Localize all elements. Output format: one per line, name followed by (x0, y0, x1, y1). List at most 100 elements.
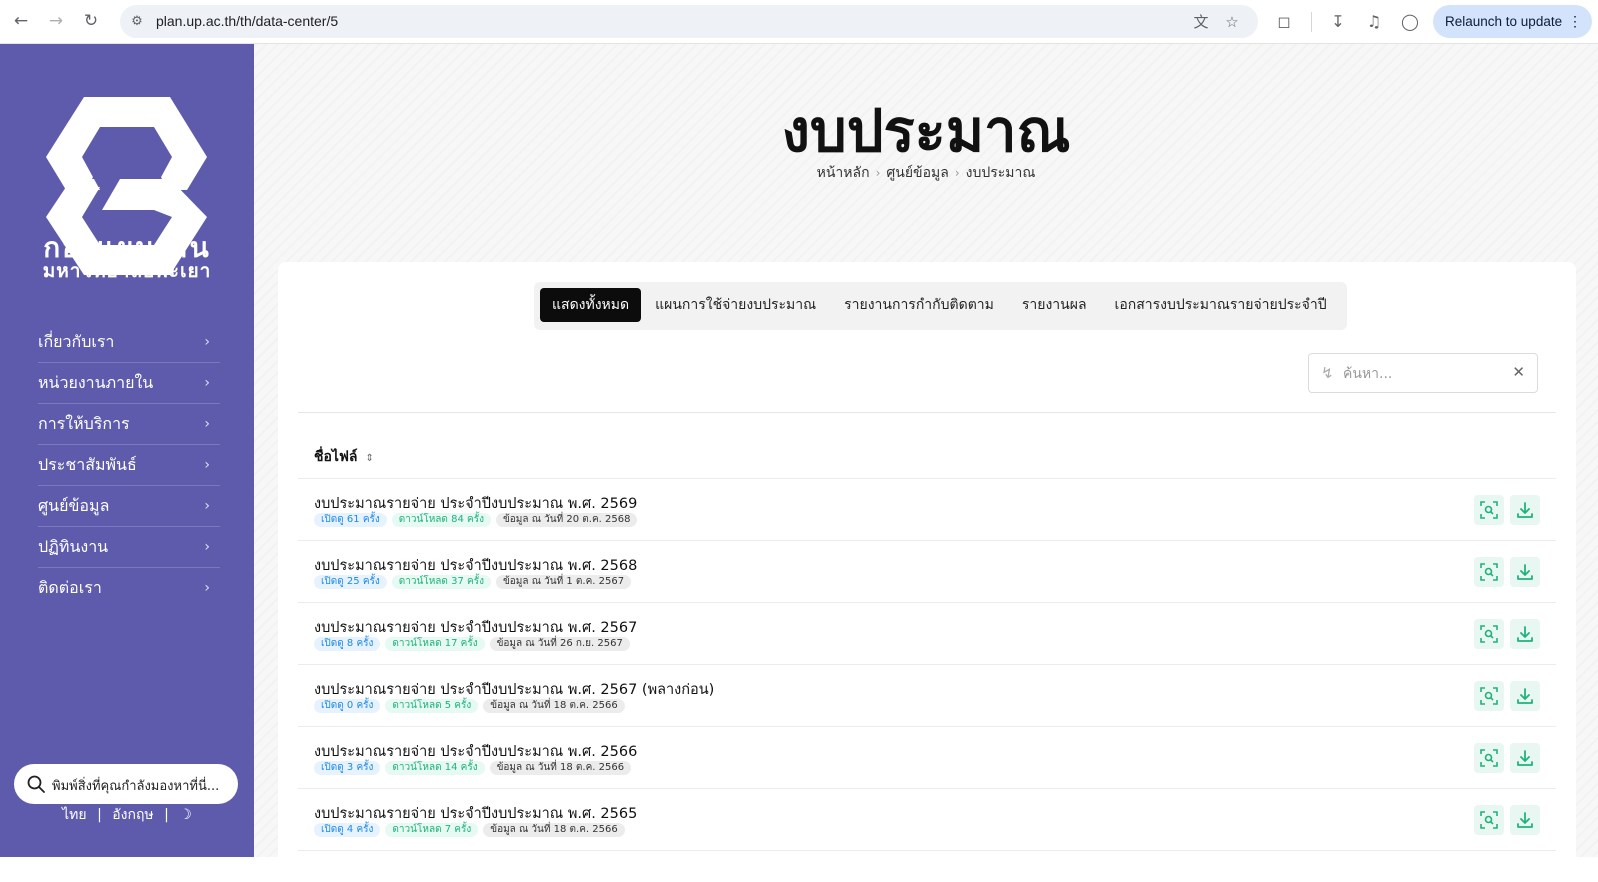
download-button[interactable] (1510, 619, 1540, 649)
preview-button[interactable] (1474, 743, 1504, 773)
preview-button[interactable] (1474, 681, 1504, 711)
chevron-right-icon: › (204, 334, 210, 350)
preview-scan-icon (1480, 625, 1498, 643)
chevron-right-icon: › (204, 498, 210, 514)
extensions-icon[interactable]: ◻ (1273, 11, 1295, 33)
column-header-filename[interactable]: ชื่อไฟล์ ⇕ (314, 446, 374, 468)
file-title[interactable]: งบประมาณรายจ่าย ประจำปีงบประมาณ พ.ศ. 256… (314, 492, 637, 515)
download-button[interactable] (1510, 805, 1540, 835)
chevron-right-icon: › (204, 416, 210, 432)
relaunch-button[interactable]: Relaunch to update ⋮ (1433, 5, 1592, 38)
back-arrow-icon[interactable]: ← (10, 10, 32, 32)
preview-scan-icon (1480, 563, 1498, 581)
sidebar-search-placeholder: พิมพ์สิ่งที่คุณกำลังมองหาที่นี่... (52, 779, 220, 794)
open-count-badge: เปิดดู 4 ครั้ง (314, 823, 381, 837)
lang-thai-link[interactable]: ไทย (62, 807, 86, 823)
sidebar-item-news[interactable]: ประชาสัมพันธ์ › (38, 445, 220, 486)
date-badge: ข้อมูล ณ วันที่ 18 ต.ค. 2566 (483, 699, 625, 713)
file-stats: เปิดดู 0 ครั้ง ดาวน์โหลด 5 ครั้ง ข้อมูล … (314, 699, 625, 713)
site-settings-icon[interactable]: ⚙ (128, 13, 146, 31)
row-actions (1474, 681, 1540, 711)
more-menu-icon[interactable]: ⋮ (1568, 5, 1582, 38)
file-list: งบประมาณรายจ่าย ประจำปีงบประมาณ พ.ศ. 256… (298, 479, 1556, 851)
date-badge: ข้อมูล ณ วันที่ 18 ต.ค. 2566 (483, 823, 625, 837)
file-stats: เปิดดู 8 ครั้ง ดาวน์โหลด 17 ครั้ง ข้อมูล… (314, 637, 630, 651)
row-actions (1474, 743, 1540, 773)
table-row: งบประมาณรายจ่าย ประจำปีงบประมาณ พ.ศ. 256… (298, 665, 1556, 727)
file-stats: เปิดดู 61 ครั้ง ดาวน์โหลด 84 ครั้ง ข้อมู… (314, 513, 638, 527)
chevron-right-icon: › (875, 166, 881, 180)
column-header-label: ชื่อไฟล์ (314, 449, 358, 465)
row-actions (1474, 557, 1540, 587)
sidebar-item-data-center[interactable]: ศูนย์ข้อมูล › (38, 486, 220, 527)
bookmark-star-icon[interactable]: ☆ (1223, 13, 1241, 31)
download-button[interactable] (1510, 681, 1540, 711)
sidebar-menu: เกี่ยวกับเรา › หน่วยงานภายใน › การให้บริกา… (38, 322, 220, 609)
table-row: งบประมาณรายจ่าย ประจำปีงบประมาณ พ.ศ. 256… (298, 727, 1556, 789)
open-count-badge: เปิดดู 3 ครั้ง (314, 761, 381, 775)
download-icon (1517, 502, 1533, 518)
chevron-right-icon: › (954, 166, 960, 180)
download-button[interactable] (1510, 495, 1540, 525)
table-row: งบประมาณรายจ่าย ประจำปีงบประมาณ พ.ศ. 256… (298, 789, 1556, 851)
profile-icon[interactable]: ◯ (1399, 11, 1421, 33)
download-count-badge: ดาวน์โหลด 17 ครั้ง (385, 637, 485, 651)
sidebar-item-about[interactable]: เกี่ยวกับเรา › (38, 322, 220, 363)
tab-annual-budget-docs[interactable]: เอกสารงบประมาณรายจ่ายประจำปี (1101, 288, 1341, 322)
file-title[interactable]: งบประมาณรายจ่าย ประจำปีงบประมาณ พ.ศ. 256… (314, 802, 637, 825)
media-control-icon[interactable]: ♫ (1363, 11, 1385, 33)
date-badge: ข้อมูล ณ วันที่ 20 ต.ค. 2568 (495, 513, 638, 527)
file-title[interactable]: งบประมาณรายจ่าย ประจำปีงบประมาณ พ.ศ. 256… (314, 678, 714, 701)
preview-button[interactable] (1474, 619, 1504, 649)
chevron-right-icon: › (204, 375, 210, 391)
translate-icon[interactable]: 文 (1192, 13, 1210, 31)
file-stats: เปิดดู 3 ครั้ง ดาวน์โหลด 14 ครั้ง ข้อมูล… (314, 761, 632, 775)
sidebar-item-label: การให้บริการ (38, 414, 130, 433)
search-icon (27, 775, 45, 793)
date-badge: ข้อมูล ณ วันที่ 18 ต.ค. 2566 (489, 761, 632, 775)
forward-arrow-icon[interactable]: → (45, 10, 67, 32)
row-actions (1474, 805, 1540, 835)
file-title[interactable]: งบประมาณรายจ่าย ประจำปีงบประมาณ พ.ศ. 256… (314, 740, 637, 763)
tab-monitoring-report[interactable]: รายงานการกำกับติดตาม (830, 288, 1008, 322)
table-row: งบประมาณรายจ่าย ประจำปีงบประมาณ พ.ศ. 256… (298, 603, 1556, 665)
sidebar-item-label: เกี่ยวกับเรา (38, 332, 115, 351)
tab-spending-plan[interactable]: แผนการใช้จ่ายงบประมาณ (641, 288, 830, 322)
download-icon[interactable]: ↧ (1327, 11, 1349, 33)
sidebar-item-contact[interactable]: ติดต่อเรา › (38, 568, 220, 609)
clear-icon[interactable]: ✕ (1512, 363, 1525, 381)
preview-button[interactable] (1474, 557, 1504, 587)
address-bar[interactable]: ⚙ plan.up.ac.th/th/data-center/5 文 ☆ (120, 5, 1258, 38)
download-button[interactable] (1510, 743, 1540, 773)
sidebar-search-input[interactable]: พิมพ์สิ่งที่คุณกำลังมองหาที่นี่... (14, 764, 238, 804)
lang-separator: | (97, 807, 102, 823)
chevron-right-icon: › (204, 580, 210, 596)
tab-show-all[interactable]: แสดงทั้งหมด (540, 288, 642, 322)
preview-button[interactable] (1474, 805, 1504, 835)
file-title[interactable]: งบประมาณรายจ่าย ประจำปีงบประมาณ พ.ศ. 256… (314, 616, 637, 639)
preview-button[interactable] (1474, 495, 1504, 525)
sidebar-item-services[interactable]: การให้บริการ › (38, 404, 220, 445)
chevron-right-icon: › (204, 457, 210, 473)
url-text[interactable]: plan.up.ac.th/th/data-center/5 (156, 13, 338, 29)
breadcrumb-home[interactable]: หน้าหลัก (817, 165, 870, 181)
preview-scan-icon (1480, 749, 1498, 767)
sidebar-item-calendar[interactable]: ปฏิทินงาน › (38, 527, 220, 568)
chevron-right-icon: › (204, 539, 210, 555)
sort-icon[interactable]: ⇕ (365, 453, 373, 464)
file-search-input[interactable] (1343, 363, 1493, 385)
download-icon (1517, 750, 1533, 766)
tab-results-report[interactable]: รายงานผล (1008, 288, 1101, 322)
file-title[interactable]: งบประมาณรายจ่าย ประจำปีงบประมาณ พ.ศ. 256… (314, 554, 637, 577)
reload-icon[interactable]: ↻ (80, 10, 102, 32)
lang-english-link[interactable]: อังกฤษ (112, 807, 153, 823)
sidebar-item-units[interactable]: หน่วยงานภายใน › (38, 363, 220, 404)
table-row: งบประมาณรายจ่าย ประจำปีงบประมาณ พ.ศ. 256… (298, 479, 1556, 541)
sidebar-item-label: ประชาสัมพันธ์ (38, 455, 137, 474)
row-actions (1474, 619, 1540, 649)
row-actions (1474, 495, 1540, 525)
breadcrumb-data-center[interactable]: ศูนย์ข้อมูล (886, 165, 948, 181)
download-button[interactable] (1510, 557, 1540, 587)
dark-mode-moon-icon[interactable]: ☽ (179, 807, 192, 823)
lang-separator: | (164, 807, 169, 823)
